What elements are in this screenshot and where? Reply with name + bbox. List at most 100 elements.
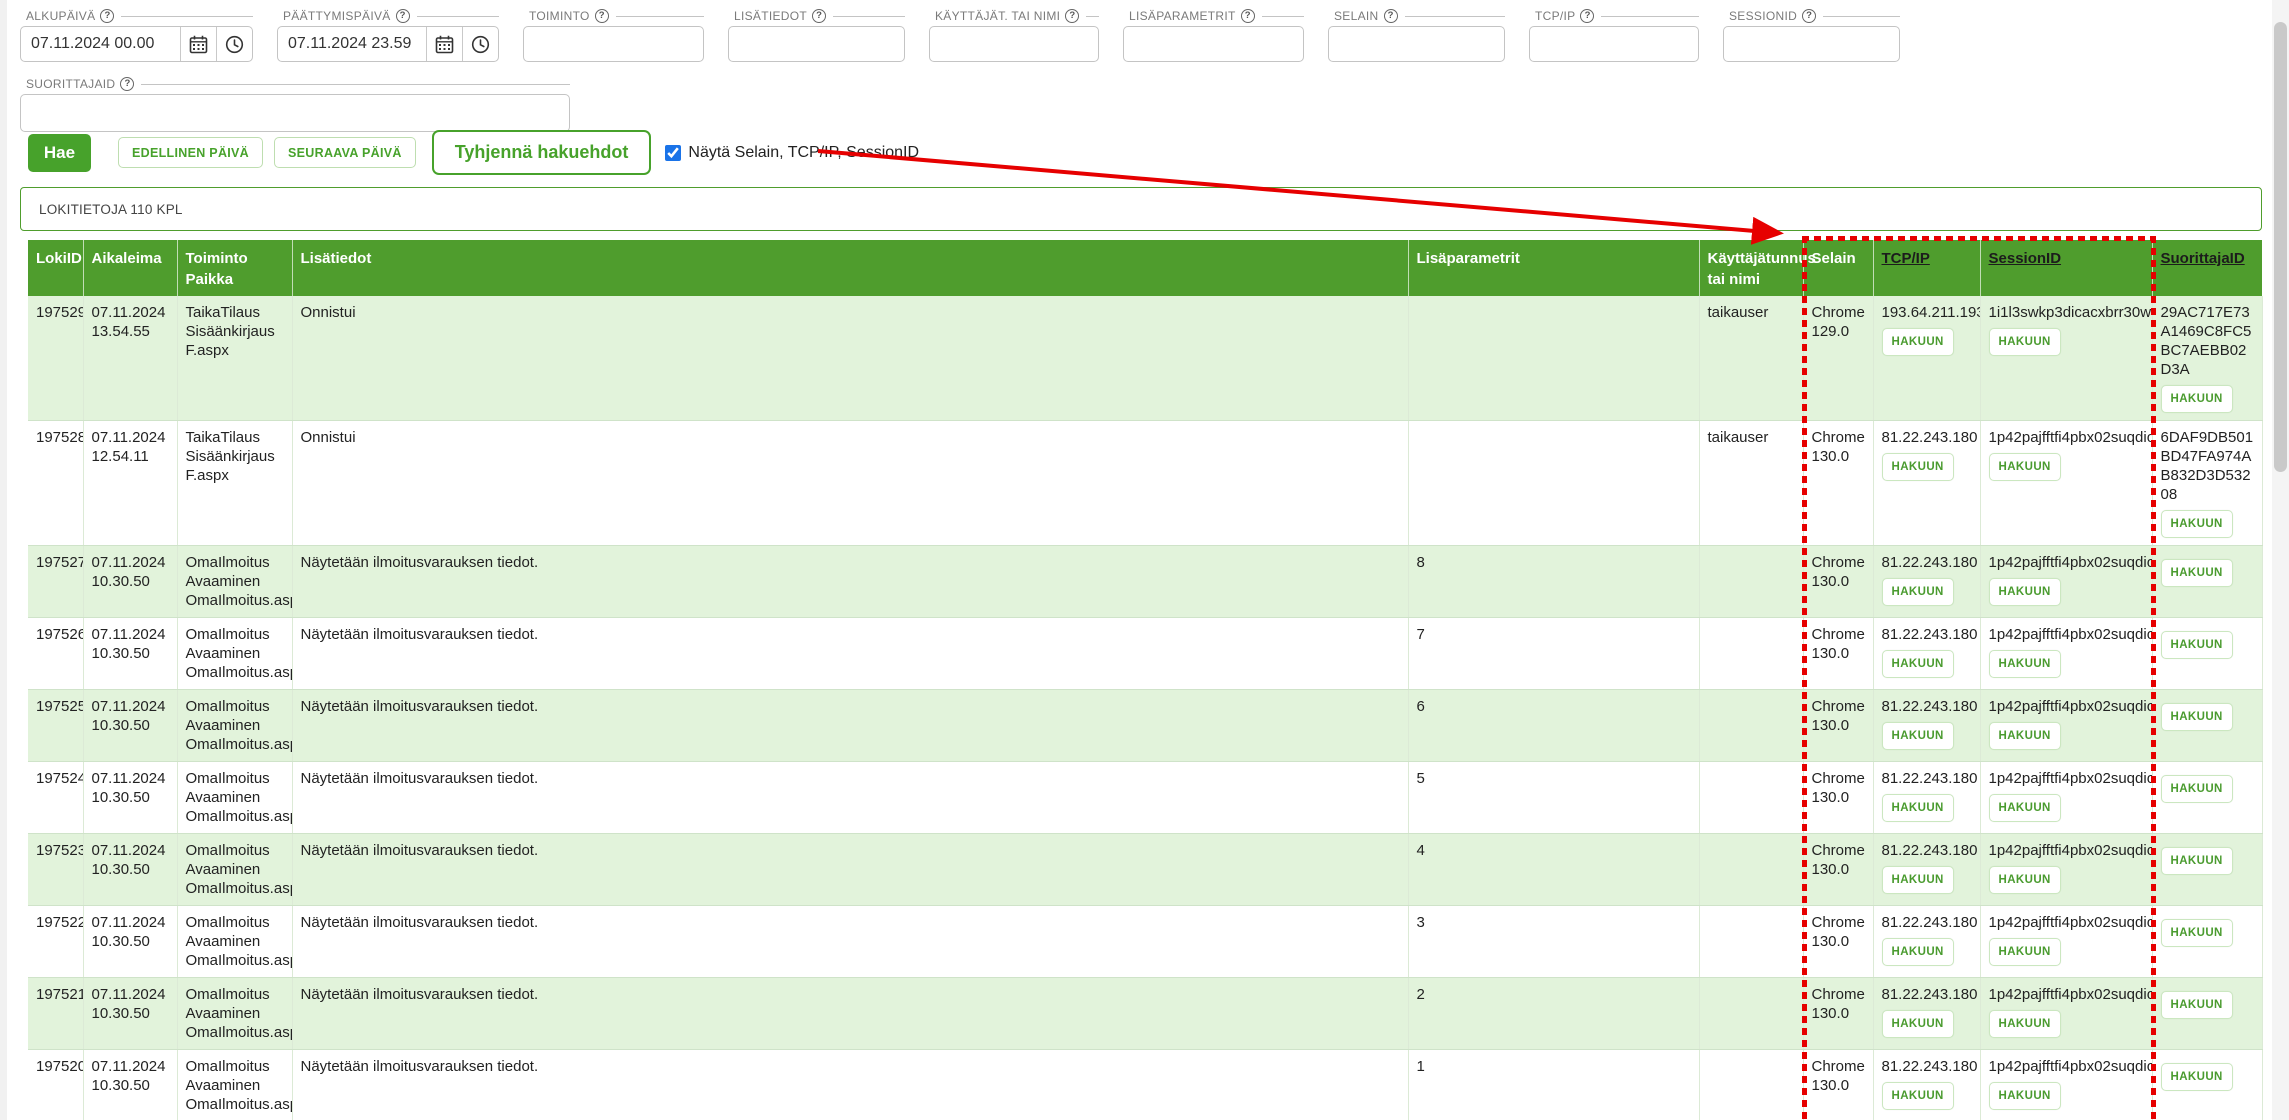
cell-lisaparametrit: 3: [1408, 906, 1699, 978]
table-row: 19752507.11.2024 10.30.50OmaIlmoitus Ava…: [28, 690, 2262, 762]
tyhjenna-hakuehdot-button[interactable]: Tyhjennä hakuehdot: [432, 130, 652, 175]
hakuun-badge[interactable]: HAKUUN: [1882, 938, 1954, 966]
help-icon: [1241, 9, 1255, 23]
lisaparametrit-field: LISÄPARAMETRIT: [1123, 8, 1304, 62]
hakuun-badge[interactable]: HAKUUN: [1882, 578, 1954, 606]
hakuun-badge[interactable]: HAKUUN: [1989, 578, 2061, 606]
hakuun-badge[interactable]: HAKUUN: [2161, 775, 2233, 803]
cell-tcpip-value: 81.22.243.180: [1882, 697, 1972, 716]
cell-tcpip: 81.22.243.180HAKUUN: [1873, 906, 1980, 978]
hakuun-badge[interactable]: HAKUUN: [1882, 794, 1954, 822]
cell-toiminto: OmaIlmoitus Avaaminen OmaIlmoitus.aspx: [177, 906, 292, 978]
hakuun-badge[interactable]: HAKUUN: [2161, 919, 2233, 947]
cell-sessionid-value: 1p42pajfftfi4pbx02suqdio: [1989, 428, 2144, 447]
help-icon: [396, 9, 410, 23]
cell-sessionid-value: 1p42pajfftfi4pbx02suqdio: [1989, 985, 2144, 1004]
field-divider: [616, 16, 704, 17]
cell-tcpip-value: 81.22.243.180: [1882, 769, 1972, 788]
hakuun-badge[interactable]: HAKUUN: [2161, 559, 2233, 587]
help-icon: [1065, 9, 1079, 23]
selain-input[interactable]: [1329, 27, 1504, 61]
cell-sessionid-value: 1p42pajfftfi4pbx02suqdio: [1989, 913, 2144, 932]
toiminto-input[interactable]: [524, 27, 703, 61]
cell-aikaleima: 07.11.2024 10.30.50: [83, 690, 177, 762]
hakuun-badge[interactable]: HAKUUN: [1989, 866, 2061, 894]
alkupaiva-input[interactable]: [21, 27, 180, 61]
hakuun-badge[interactable]: HAKUUN: [1989, 794, 2061, 822]
hakuun-badge[interactable]: HAKUUN: [1882, 650, 1954, 678]
cell-lisaparametrit: 8: [1408, 546, 1699, 618]
cell-tcpip: 81.22.243.180HAKUUN: [1873, 546, 1980, 618]
hakuun-badge[interactable]: HAKUUN: [1882, 1082, 1954, 1110]
hakuun-badge[interactable]: HAKUUN: [2161, 385, 2233, 413]
nayta-selain-checkbox[interactable]: [665, 145, 681, 161]
cell-selain: Chrome 130.0: [1803, 762, 1873, 834]
col-suorittajaid-sort-link[interactable]: SuorittajaID: [2152, 240, 2262, 296]
cell-lokiid: 197522: [28, 906, 83, 978]
hakuun-badge[interactable]: HAKUUN: [1882, 866, 1954, 894]
table-row: 19752307.11.2024 10.30.50OmaIlmoitus Ava…: [28, 834, 2262, 906]
hae-button[interactable]: Hae: [28, 134, 91, 172]
scrollbar-thumb[interactable]: [2274, 22, 2287, 472]
col-tcpip-sort-link[interactable]: TCP/IP: [1873, 240, 1980, 296]
cell-lisatiedot: Näytetään ilmoitusvarauksen tiedot.: [292, 978, 1408, 1050]
help-icon: [595, 9, 609, 23]
hakuun-badge[interactable]: HAKUUN: [1989, 453, 2061, 481]
hakuun-badge[interactable]: HAKUUN: [1989, 328, 2061, 356]
paattymispaiva-input[interactable]: [278, 27, 426, 61]
cell-tcpip-value: 81.22.243.180: [1882, 1057, 1972, 1076]
cell-sessionid: 1p42pajfftfi4pbx02suqdioHAKUUN: [1980, 1050, 2152, 1120]
cell-lisatiedot: Näytetään ilmoitusvarauksen tiedot.: [292, 618, 1408, 690]
hakuun-badge[interactable]: HAKUUN: [2161, 510, 2233, 538]
hakuun-badge[interactable]: HAKUUN: [1989, 1010, 2061, 1038]
tcpip-input[interactable]: [1530, 27, 1698, 61]
hakuun-badge[interactable]: HAKUUN: [1882, 1010, 1954, 1038]
hakuun-badge[interactable]: HAKUUN: [1989, 1082, 2061, 1110]
clock-icon[interactable]: [462, 27, 498, 61]
cell-lisaparametrit: 2: [1408, 978, 1699, 1050]
vertical-scrollbar[interactable]: [2272, 0, 2289, 1120]
sessionid-label: SESSIONID: [1729, 9, 1797, 23]
cell-lisaparametrit: 5: [1408, 762, 1699, 834]
lisaparametrit-input[interactable]: [1124, 27, 1303, 61]
table-row: 19752407.11.2024 10.30.50OmaIlmoitus Ava…: [28, 762, 2262, 834]
cell-tcpip-value: 81.22.243.180: [1882, 428, 1972, 447]
hakuun-badge[interactable]: HAKUUN: [1989, 722, 2061, 750]
hakuun-badge[interactable]: HAKUUN: [1989, 650, 2061, 678]
lisatiedot-input[interactable]: [729, 27, 904, 61]
hakuun-badge[interactable]: HAKUUN: [1882, 328, 1954, 356]
lisatiedot-label: LISÄTIEDOT: [734, 9, 807, 23]
sessionid-input[interactable]: [1724, 27, 1899, 61]
kayttajat-input[interactable]: [930, 27, 1098, 61]
table-row: 19752807.11.2024 12.54.11TaikaTilaus Sis…: [28, 421, 2262, 546]
hakuun-badge[interactable]: HAKUUN: [2161, 703, 2233, 731]
col-aikaleima: Aikaleima: [83, 240, 177, 296]
hakuun-badge[interactable]: HAKUUN: [2161, 631, 2233, 659]
suorittajaid-input[interactable]: [21, 95, 569, 131]
cell-kayttajatunnus: taikauser: [1699, 296, 1803, 421]
cell-lisaparametrit: 7: [1408, 618, 1699, 690]
col-sessionid-sort-link[interactable]: SessionID: [1980, 240, 2152, 296]
cell-selain: Chrome 130.0: [1803, 421, 1873, 546]
calendar-icon[interactable]: [180, 27, 216, 61]
edellinen-paiva-button[interactable]: EDELLINEN PÄIVÄ: [118, 137, 263, 168]
paattymispaiva-label: PÄÄTTYMISPÄIVÄ: [283, 9, 391, 23]
cell-sessionid: 1i1l3swkp3dicacxbrr30wixHAKUUN: [1980, 296, 2152, 421]
hakuun-badge[interactable]: HAKUUN: [1882, 722, 1954, 750]
hakuun-badge[interactable]: HAKUUN: [2161, 991, 2233, 1019]
col-lisatiedot: Lisätiedot: [292, 240, 1408, 296]
cell-toiminto: TaikaTilaus Sisäänkirjaus F.aspx: [177, 296, 292, 421]
hakuun-badge[interactable]: HAKUUN: [1882, 453, 1954, 481]
hakuun-badge[interactable]: HAKUUN: [1989, 938, 2061, 966]
cell-sessionid: 1p42pajfftfi4pbx02suqdioHAKUUN: [1980, 834, 2152, 906]
seuraava-paiva-button[interactable]: SEURAAVA PÄIVÄ: [274, 137, 416, 168]
field-divider: [417, 16, 499, 17]
cell-suorittajaid: HAKUUN: [2152, 546, 2262, 618]
clock-icon[interactable]: [216, 27, 252, 61]
cell-sessionid-value: 1p42pajfftfi4pbx02suqdio: [1989, 769, 2144, 788]
hakuun-badge[interactable]: HAKUUN: [2161, 1063, 2233, 1091]
calendar-icon[interactable]: [426, 27, 462, 61]
hakuun-badge[interactable]: HAKUUN: [2161, 847, 2233, 875]
log-viewer-page: ALKUPÄIVÄ PÄÄTTYMISPÄIVÄ: [0, 0, 2289, 1120]
suorittajaid-field: SUORITTAJAID: [20, 76, 570, 132]
